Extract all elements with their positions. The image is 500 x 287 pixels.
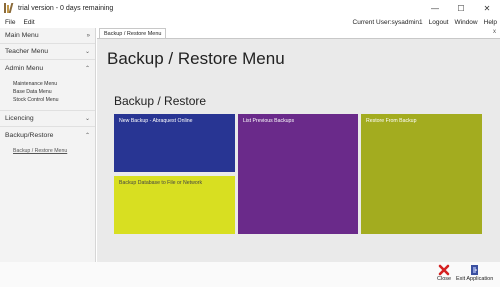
- red-x-icon: [438, 263, 451, 276]
- menu-window[interactable]: Window: [455, 19, 478, 26]
- tile-label: New Backup - Abraquest Online: [119, 118, 193, 124]
- tile-label: List Previous Backups: [243, 118, 295, 124]
- chevron-down-icon: ⌄: [84, 49, 90, 55]
- tile-restore-backup[interactable]: Restore From Backup: [361, 114, 482, 234]
- title-bar: trial version - 0 days remaining — ☐ ✕: [0, 0, 500, 16]
- app-icon: [4, 3, 14, 13]
- exit-door-icon: [468, 263, 481, 276]
- tab-backup-restore[interactable]: Backup / Restore Menu: [99, 28, 167, 38]
- admin-submenu: Maintenance Menu Base Data Menu Stock Co…: [0, 76, 95, 111]
- chevron-right-icon: »: [86, 32, 90, 39]
- close-button[interactable]: Close: [437, 263, 451, 282]
- page-title: Backup / Restore Menu: [107, 49, 285, 68]
- sidebar-subitem-maintenance[interactable]: Maintenance Menu: [0, 80, 95, 88]
- sidebar-item-teacher-menu[interactable]: Teacher Menu ⌄: [0, 44, 95, 60]
- close-label: Close: [437, 276, 452, 282]
- sidebar: Main Menu » Teacher Menu ⌄ Admin Menu ⌃ …: [0, 28, 96, 262]
- footer-toolbar: Close Exit Application: [0, 262, 500, 287]
- sidebar-item-label: Licencing: [5, 115, 34, 122]
- exit-label: Exit Application: [456, 276, 494, 282]
- sidebar-item-backup-restore[interactable]: Backup/Restore ⌃: [0, 127, 95, 143]
- menu-bar: File Edit Current User:sysadmin1 Logout …: [0, 16, 500, 28]
- minimize-button[interactable]: —: [422, 0, 448, 16]
- chevron-down-icon: ⌄: [84, 116, 90, 122]
- tile-list-backups[interactable]: List Previous Backups: [238, 114, 358, 234]
- tile-label: Restore From Backup: [366, 118, 417, 124]
- section-title: Backup / Restore: [114, 94, 207, 108]
- menu-help[interactable]: Help: [484, 19, 497, 26]
- maximize-button[interactable]: ☐: [448, 0, 474, 16]
- backup-submenu: Backup / Restore Menu: [0, 143, 95, 161]
- window-close-button[interactable]: ✕: [474, 0, 500, 16]
- sidebar-item-label: Admin Menu: [5, 64, 44, 72]
- exit-application-button[interactable]: Exit Application: [456, 263, 493, 282]
- sidebar-subitem-stock-control[interactable]: Stock Control Menu: [0, 96, 95, 104]
- current-user-label: Current User:sysadmin1: [352, 18, 423, 26]
- sidebar-item-licencing[interactable]: Licencing ⌄: [0, 111, 95, 127]
- menu-edit[interactable]: Edit: [23, 19, 34, 26]
- sidebar-item-label: Main Menu: [5, 32, 39, 39]
- sidebar-item-label: Teacher Menu: [5, 48, 49, 55]
- chevron-up-icon: ⌃: [84, 65, 90, 72]
- tab-close-icon[interactable]: x: [493, 29, 496, 35]
- main-content: Backup / Restore Menu Backup / Restore N…: [97, 38, 500, 262]
- menu-file[interactable]: File: [5, 19, 15, 26]
- sidebar-subitem-backup-restore-menu[interactable]: Backup / Restore Menu: [0, 147, 95, 155]
- tile-backup-database[interactable]: Backup Database to File or Network: [114, 176, 235, 234]
- tile-label: Backup Database to File or Network: [119, 180, 203, 186]
- sidebar-item-main-menu[interactable]: Main Menu »: [0, 28, 95, 44]
- sidebar-item-admin-menu[interactable]: Admin Menu ⌃: [0, 60, 95, 76]
- sidebar-item-label: Backup/Restore: [5, 131, 54, 139]
- window-title: trial version - 0 days remaining: [18, 4, 114, 12]
- sidebar-subitem-base-data[interactable]: Base Data Menu: [0, 88, 95, 96]
- tab-label: Backup / Restore Menu: [104, 30, 162, 37]
- menu-logout[interactable]: Logout: [429, 19, 449, 26]
- tile-new-backup[interactable]: New Backup - Abraquest Online: [114, 114, 235, 172]
- chevron-up-icon: ⌃: [84, 132, 90, 139]
